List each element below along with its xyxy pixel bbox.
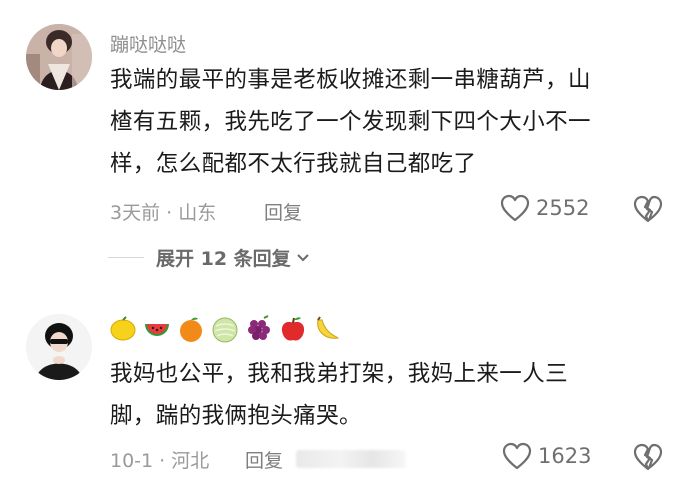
reply-button[interactable]: 回复: [245, 446, 283, 473]
comment-meta: 10-1 · 河北: [110, 450, 210, 472]
emoji-row: [108, 314, 342, 344]
comment-meta: 3天前 · 山东: [110, 202, 217, 224]
like-count: 1623: [538, 444, 592, 468]
comment-line: 我端的最平的事是老板收摊还剩一串糖葫芦，山: [110, 67, 591, 93]
avatar[interactable]: [26, 24, 92, 90]
comment-text: 我端的最平的事是老板收摊还剩一串糖葫芦，山 楂有五颗，我先吃了一个发现剩下四个大…: [110, 59, 670, 185]
dislike-button[interactable]: [633, 195, 663, 227]
expand-replies[interactable]: 展开 12 条回复: [108, 244, 311, 271]
redacted-area: [296, 450, 406, 468]
heart-icon: [502, 442, 532, 470]
watermelon-icon: [145, 324, 169, 336]
heart-icon: [500, 194, 530, 222]
avatar-image: [26, 24, 92, 90]
like-button[interactable]: 1623: [502, 442, 591, 470]
comment-line: 样，怎么配都不太行我就自己都吃了: [110, 151, 477, 177]
banana-icon: [317, 316, 340, 339]
melon-icon: [212, 317, 238, 343]
broken-heart-icon: [633, 443, 663, 471]
reply-button[interactable]: 回复: [264, 198, 302, 225]
username[interactable]: 蹦哒哒哒: [110, 30, 186, 57]
avatar-image: [26, 314, 92, 380]
comment-line: 我妈也公平，我和我弟打架，我妈上来一人三: [110, 361, 569, 387]
lemon-icon: [110, 316, 136, 341]
divider-line: [108, 257, 144, 258]
comment-line: 脚，踹的我俩抱头痛哭。: [110, 403, 362, 429]
chevron-down-icon: [296, 253, 309, 261]
expand-replies-label[interactable]: 展开 12 条回复: [156, 244, 291, 271]
comment-line: 楂有五颗，我先吃了一个发现剩下四个大小不一: [110, 109, 591, 135]
comment-text: 我妈也公平，我和我弟打架，我妈上来一人三 脚，踹的我俩抱头痛哭。: [110, 353, 670, 437]
dislike-button[interactable]: [633, 443, 663, 475]
orange-icon: [180, 317, 202, 342]
like-button[interactable]: 2552: [500, 194, 589, 222]
like-count: 2552: [536, 196, 590, 220]
apple-icon: [281, 317, 305, 341]
avatar[interactable]: [26, 314, 92, 380]
grapes-icon: [248, 315, 270, 340]
broken-heart-icon: [633, 195, 663, 223]
